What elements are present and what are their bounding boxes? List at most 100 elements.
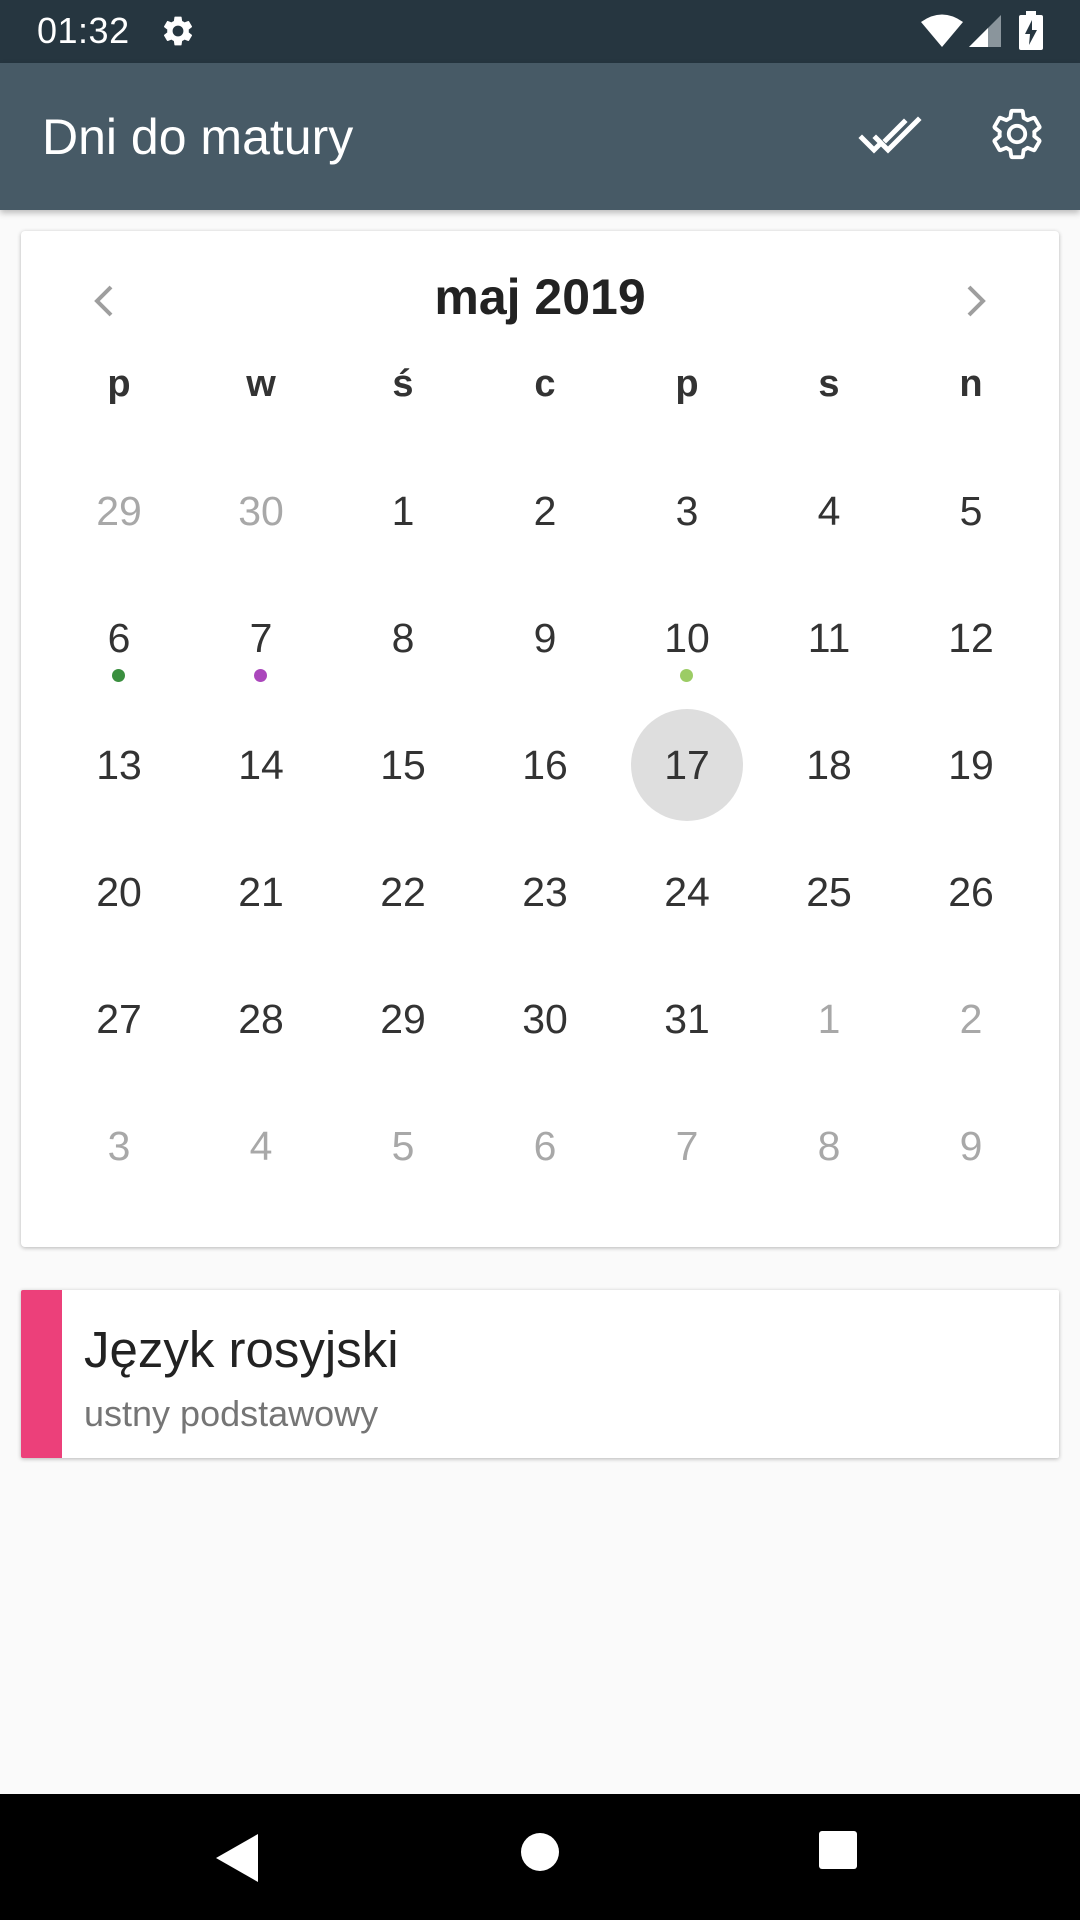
back-icon[interactable] (214, 1832, 260, 1884)
calendar-day[interactable]: 6 (474, 1083, 616, 1210)
calendar-day[interactable]: 19 (900, 702, 1042, 829)
day-number: 5 (959, 488, 983, 534)
calendar-day[interactable]: 1 (332, 448, 474, 575)
calendar-day[interactable]: 31 (616, 956, 758, 1083)
status-time: 01:32 (37, 10, 130, 51)
day-number: 5 (391, 1123, 415, 1169)
calendar-day[interactable]: 11 (758, 575, 900, 702)
calendar-day[interactable]: 14 (190, 702, 332, 829)
calendar-day[interactable]: 28 (190, 956, 332, 1083)
calendar-day[interactable]: 16 (474, 702, 616, 829)
calendar-day[interactable]: 30 (190, 448, 332, 575)
calendar-week-row: 3 4 5 6 7 8 9 (48, 1083, 1042, 1210)
day-number: 28 (238, 996, 284, 1042)
day-number: 1 (817, 996, 841, 1042)
event-dot-indicator (254, 669, 267, 682)
wifi-icon (921, 14, 963, 47)
day-number: 2 (959, 996, 983, 1042)
calendar-day[interactable]: 22 (332, 829, 474, 956)
day-number: 11 (807, 615, 851, 661)
day-number: 30 (522, 996, 568, 1042)
calendar-day[interactable]: 23 (474, 829, 616, 956)
day-number: 29 (96, 488, 142, 534)
calendar-day[interactable]: 7 (616, 1083, 758, 1210)
calendar-day[interactable]: 12 (900, 575, 1042, 702)
calendar-day[interactable]: 3 (616, 448, 758, 575)
day-number: 4 (817, 488, 841, 534)
calendar-day[interactable]: 30 (474, 956, 616, 1083)
recents-icon[interactable] (818, 1830, 858, 1870)
day-number: 16 (522, 742, 568, 788)
day-number: 20 (96, 869, 142, 915)
day-number: 30 (238, 488, 284, 534)
calendar-day[interactable]: 9 (900, 1083, 1042, 1210)
event-dot-indicator (680, 669, 693, 682)
calendar-day[interactable]: 3 (48, 1083, 190, 1210)
calendar-day[interactable]: 5 (332, 1083, 474, 1210)
day-number: 2 (533, 488, 557, 534)
calendar-day[interactable]: 4 (758, 448, 900, 575)
day-number: 14 (238, 742, 284, 788)
calendar-day[interactable]: 18 (758, 702, 900, 829)
calendar-day[interactable]: 21 (190, 829, 332, 956)
day-number: 27 (96, 996, 142, 1042)
settings-icon (163, 16, 193, 46)
calendar-day[interactable]: 5 (900, 448, 1042, 575)
day-number: 13 (96, 742, 142, 788)
weekday-label: n (959, 363, 983, 405)
day-number: 12 (948, 615, 994, 661)
settings-button[interactable] (988, 105, 1046, 163)
weekday-label: c (534, 363, 556, 405)
event-title: Język rosyjski (84, 1321, 399, 1378)
calendar-week-row: 6 7 8 9 10 11 12 (48, 575, 1042, 702)
app-title: Dni do matury (42, 109, 354, 165)
done-all-icon[interactable] (858, 108, 922, 164)
calendar-weeks: 29 30 1 2 3 4 5 6 7 8 9 10 11 12 13 14 15 16 17 18 19 20 21 22 2… (48, 448, 1042, 1210)
calendar-day[interactable]: 13 (48, 702, 190, 829)
calendar-day[interactable]: 29 (48, 448, 190, 575)
day-number: 29 (380, 996, 426, 1042)
calendar-day[interactable]: 4 (190, 1083, 332, 1210)
calendar-day[interactable]: 10 (616, 575, 758, 702)
calendar-day[interactable]: 2 (900, 956, 1042, 1083)
calendar-day[interactable]: 29 (332, 956, 474, 1083)
day-number: 15 (380, 742, 426, 788)
day-number: 9 (959, 1123, 983, 1169)
day-number: 25 (806, 869, 852, 915)
battery-charging-icon (1019, 11, 1043, 50)
calendar-day[interactable]: 27 (48, 956, 190, 1083)
calendar-day[interactable]: 2 (474, 448, 616, 575)
calendar-day[interactable]: 9 (474, 575, 616, 702)
calendar-day[interactable]: 20 (48, 829, 190, 956)
calendar-day[interactable]: 24 (616, 829, 758, 956)
navigation-bar (0, 1794, 1080, 1920)
day-number: 1 (391, 488, 415, 534)
calendar-card: maj 2019 pwścpsn 29 30 1 2 3 4 5 6 7 8 9 10 11 12 13 14… (21, 231, 1059, 1247)
day-number: 31 (664, 996, 710, 1042)
calendar-week-row: 27 28 29 30 31 1 2 (48, 956, 1042, 1083)
day-number: 18 (806, 742, 852, 788)
weekday-label: p (107, 363, 131, 405)
calendar-day[interactable]: 26 (900, 829, 1042, 956)
weekday-label: ś (392, 363, 414, 405)
day-number: 22 (380, 869, 426, 915)
event-subtitle: ustny podstawowy (84, 1393, 379, 1434)
calendar-day[interactable]: 25 (758, 829, 900, 956)
event-card[interactable]: Język rosyjski ustny podstawowy (21, 1290, 1059, 1458)
day-number: 8 (391, 615, 415, 661)
calendar-day[interactable]: 6 (48, 575, 190, 702)
day-number: 19 (948, 742, 994, 788)
calendar-day[interactable]: 8 (332, 575, 474, 702)
calendar-day-selected[interactable]: 17 (616, 702, 758, 829)
status-bar: 01:32 (0, 0, 1080, 63)
day-number: 6 (107, 615, 131, 661)
day-number: 7 (675, 1123, 699, 1169)
weekday-label: p (675, 363, 699, 405)
calendar-day[interactable]: 15 (332, 702, 474, 829)
calendar-day[interactable]: 1 (758, 956, 900, 1083)
day-number: 4 (249, 1123, 273, 1169)
weekday-header-row: pwścpsn (48, 321, 1042, 448)
calendar-day[interactable]: 8 (758, 1083, 900, 1210)
calendar-day[interactable]: 7 (190, 575, 332, 702)
home-icon[interactable] (520, 1832, 560, 1872)
